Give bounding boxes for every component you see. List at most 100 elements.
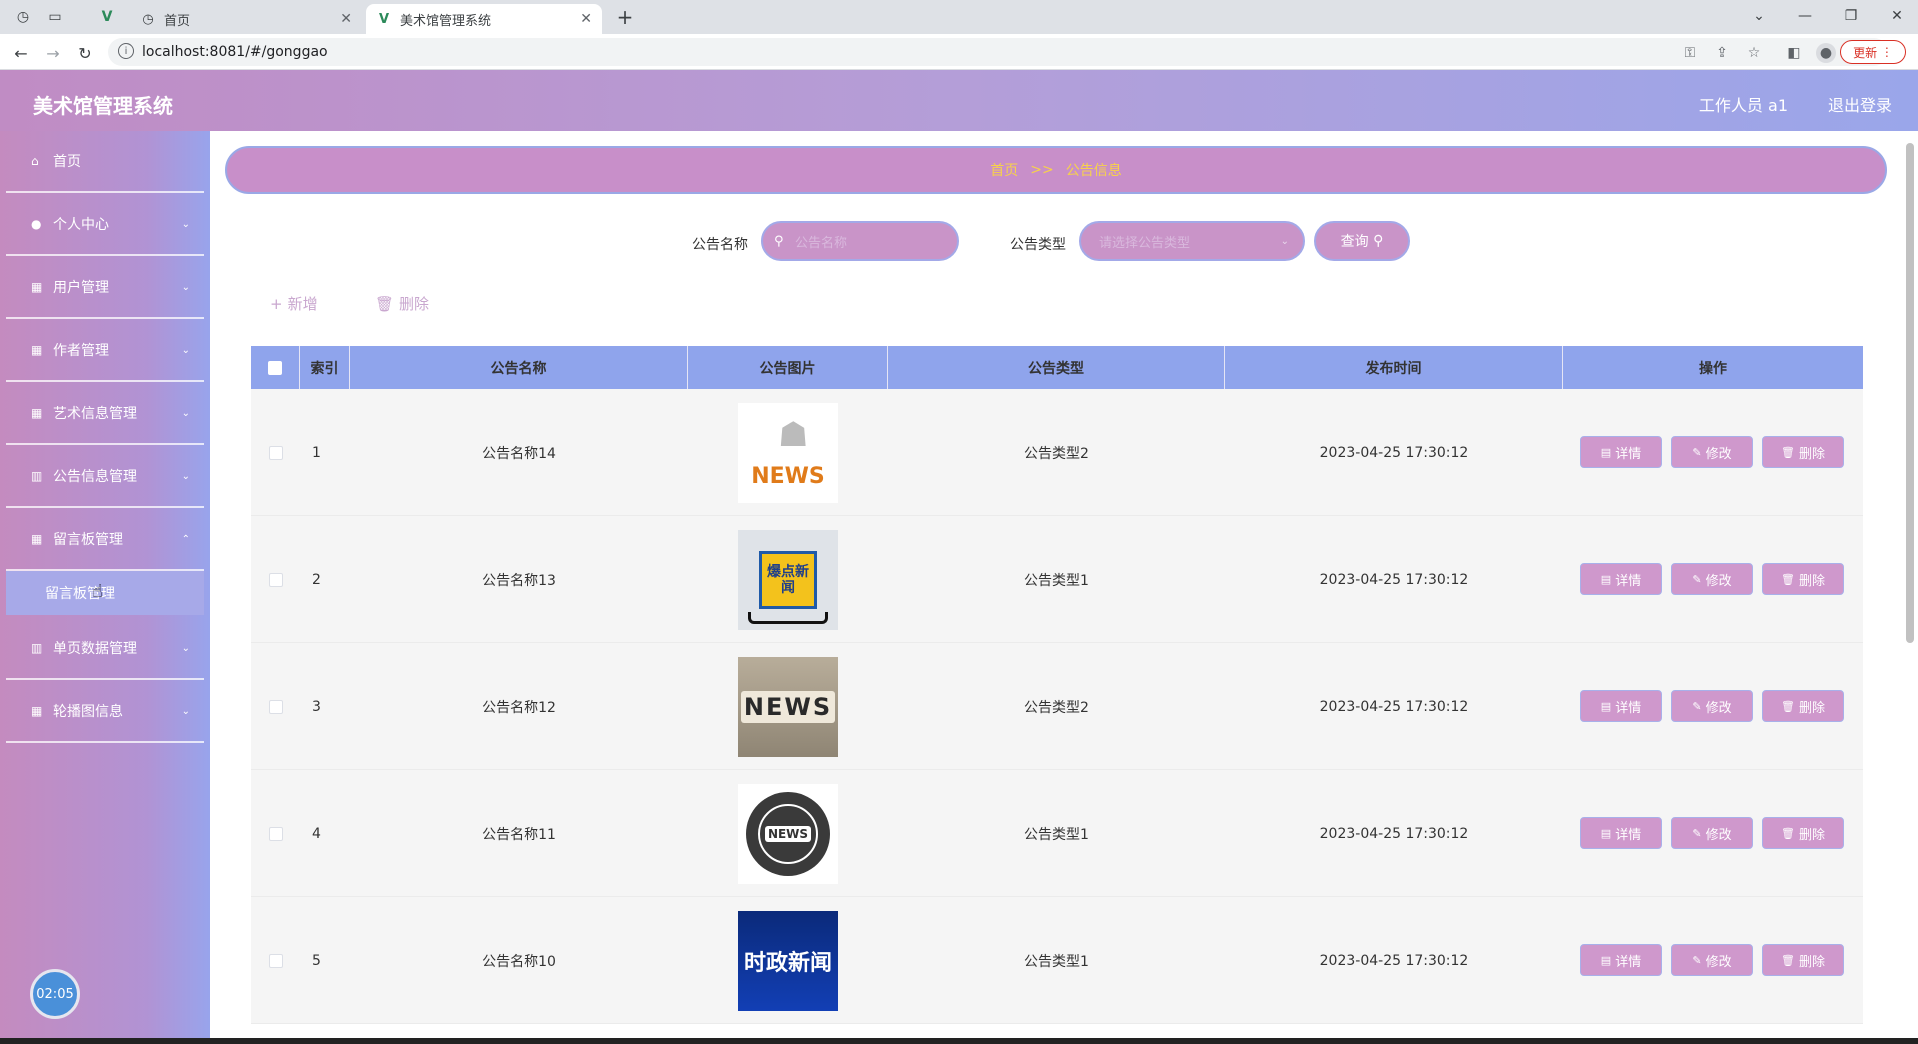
type-cell: 公告类型2 — [1024, 445, 1089, 462]
name-search-input[interactable]: ⚲ 公告名称 — [761, 221, 959, 261]
grid-icon: ▦ — [31, 532, 43, 546]
detail-button[interactable]: ▤ 详情 — [1580, 690, 1662, 722]
sidebar-subitem-messages[interactable]: 留言板管理 — [6, 571, 204, 615]
detail-button[interactable]: ▤ 详情 — [1580, 436, 1662, 468]
restore-icon[interactable]: ❐ — [1828, 4, 1874, 28]
row-checkbox[interactable] — [268, 826, 283, 841]
sidebar-subitem-label: 留言板管理 — [45, 586, 115, 602]
name-cell: 公告名称14 — [482, 445, 556, 462]
sidebar-item-art[interactable]: ▦ 艺术信息管理 ⌄ — [6, 383, 204, 445]
document-icon: ▤ — [1600, 699, 1612, 713]
detail-button[interactable]: ▤ 详情 — [1580, 817, 1662, 849]
sidebar-item-home[interactable]: ⌂ 首页 — [6, 131, 204, 193]
detail-button[interactable]: ▤ 详情 — [1580, 944, 1662, 976]
url-text[interactable]: localhost:8081/#/gonggao — [142, 44, 328, 60]
document-icon: ▤ — [1600, 953, 1612, 967]
chart-icon: ▥ — [31, 469, 43, 483]
image-cell: ☗ NEWS — [688, 389, 888, 516]
delete-button[interactable]: 🗑 删除 — [1762, 690, 1844, 722]
index-cell: 5 — [312, 952, 321, 969]
edit-label: 修改 — [1705, 954, 1732, 970]
scrollbar-thumb[interactable] — [1906, 143, 1914, 643]
time-cell: 2023-04-25 17:30:12 — [1319, 825, 1469, 842]
delete-label: 删除 — [1798, 827, 1825, 843]
current-user: 工作人员 a1 — [1698, 96, 1788, 115]
name-cell: 公告名称12 — [482, 699, 556, 716]
edit-button[interactable]: ✎ 修改 — [1671, 563, 1753, 595]
reload-icon[interactable]: ↻ — [74, 42, 96, 64]
chevron-down-icon: ⌄ — [1280, 235, 1289, 247]
delete-button[interactable]: 🗑 删除 — [1762, 563, 1844, 595]
row-select-cell — [251, 389, 300, 516]
close-icon[interactable]: ✕ — [340, 11, 352, 27]
edit-button[interactable]: ✎ 修改 — [1671, 690, 1753, 722]
history-icon[interactable]: ◷ — [12, 6, 34, 28]
logout-link[interactable]: 退出登录 — [1828, 92, 1892, 116]
sidebar-item-label: 首页 — [53, 154, 81, 170]
sidepanel-icon[interactable]: ◧ — [1784, 43, 1804, 63]
detail-label: 详情 — [1615, 446, 1642, 462]
delete-label: 删除 — [1798, 954, 1825, 970]
close-window-icon[interactable]: ✕ — [1874, 4, 1918, 28]
edit-button[interactable]: ✎ 修改 — [1671, 436, 1753, 468]
clock-widget: 02:05 — [30, 969, 80, 1019]
delete-button[interactable]: 🗑 删除 — [1762, 817, 1844, 849]
detail-button[interactable]: ▤ 详情 — [1580, 563, 1662, 595]
delete-button[interactable]: 🗑 删除 — [1762, 436, 1844, 468]
star-icon[interactable]: ☆ — [1744, 43, 1764, 63]
type-select[interactable]: 请选择公告类型 ⌄ — [1079, 221, 1305, 261]
row-checkbox[interactable] — [268, 445, 283, 460]
forward-icon[interactable]: → — [42, 42, 64, 64]
sidebar-item-messages[interactable]: ▦ 留言板管理 ⌃ — [6, 509, 204, 571]
delete-label: 删除 — [1798, 700, 1825, 716]
share-icon[interactable]: ⇪ — [1712, 43, 1732, 63]
trash-icon: 🗑 — [1781, 953, 1795, 967]
add-button[interactable]: + 新增 — [270, 293, 318, 314]
app-title: 美术馆管理系统 — [33, 94, 173, 118]
sidebar-item-profile[interactable]: ● 个人中心 ⌄ — [6, 194, 204, 256]
page-scrollbar[interactable] — [1904, 131, 1914, 1044]
query-button[interactable]: 查询 ⚲ — [1314, 221, 1410, 261]
notice-image-text: NEWS — [764, 825, 812, 842]
chevron-down-icon: ⌄ — [181, 281, 190, 293]
batch-delete-button[interactable]: 🗑 删除 — [375, 293, 429, 314]
sidebar-item-label: 作者管理 — [53, 343, 109, 359]
sidebar-item-carousel[interactable]: ▦ 轮播图信息 ⌄ — [6, 681, 204, 743]
url-field[interactable] — [108, 38, 1888, 66]
index-cell: 4 — [312, 825, 321, 842]
row-checkbox[interactable] — [268, 953, 283, 968]
sidebar-item-authors[interactable]: ▦ 作者管理 ⌄ — [6, 320, 204, 382]
vue-logo-icon[interactable]: V — [96, 6, 118, 28]
browser-tab-bar: ◷ ▭ V ◷ 首页 ✕ V 美术馆管理系统 ✕ + ⌄ — ❐ ✕ — [0, 0, 1918, 34]
chart-icon: ▥ — [31, 641, 43, 655]
back-icon[interactable]: ← — [10, 42, 32, 64]
new-tab-icon[interactable]: + — [614, 5, 636, 29]
breadcrumb-home[interactable]: 首页 — [990, 160, 1018, 180]
minimize-icon[interactable]: — — [1782, 4, 1828, 28]
table-row: 4 公告名称11 NEWS 公告类型1 2023-04-25 17:30:12 … — [251, 770, 1863, 897]
sidebar-item-users[interactable]: ▦ 用户管理 ⌄ — [6, 257, 204, 319]
name-cell: 公告名称10 — [482, 953, 556, 970]
breadcrumb-separator: >> — [1030, 162, 1054, 178]
row-checkbox[interactable] — [268, 699, 283, 714]
tab-search-icon[interactable]: ⌄ — [1736, 4, 1782, 28]
row-select-cell — [251, 770, 300, 897]
key-icon[interactable]: ⚿ — [1680, 43, 1700, 63]
row-checkbox[interactable] — [268, 572, 283, 587]
tab-home[interactable]: ◷ 首页 ✕ — [130, 4, 362, 34]
edit-button[interactable]: ✎ 修改 — [1671, 944, 1753, 976]
site-info-icon[interactable]: i — [118, 43, 134, 59]
update-button[interactable]: 更新 ⋮ — [1840, 40, 1906, 64]
sidebar-item-pages[interactable]: ▥ 单页数据管理 ⌄ — [6, 618, 204, 680]
edit-button[interactable]: ✎ 修改 — [1671, 817, 1753, 849]
name-cell: 公告名称11 — [482, 826, 556, 843]
close-icon[interactable]: ✕ — [580, 11, 592, 27]
type-cell: 公告类型1 — [1024, 826, 1089, 843]
select-all-checkbox[interactable] — [268, 360, 282, 375]
blank-tab-icon[interactable]: ▭ — [44, 6, 66, 28]
profile-icon[interactable]: ● — [1816, 43, 1836, 63]
pencil-icon: ✎ — [1692, 826, 1702, 840]
sidebar-item-notices[interactable]: ▥ 公告信息管理 ⌄ — [6, 446, 204, 508]
tab-active[interactable]: V 美术馆管理系统 ✕ — [366, 4, 602, 34]
delete-button[interactable]: 🗑 删除 — [1762, 944, 1844, 976]
